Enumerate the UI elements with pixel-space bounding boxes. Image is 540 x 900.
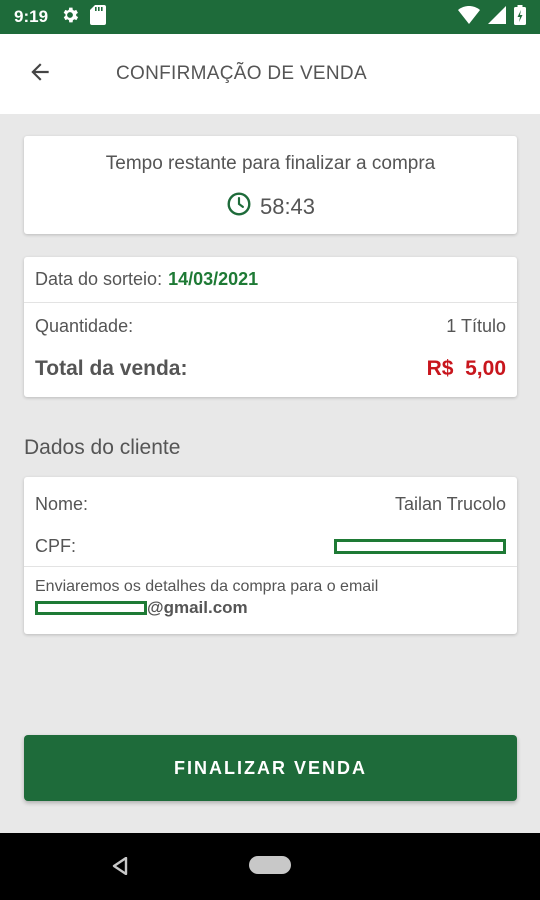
clock-icon — [226, 191, 252, 222]
client-section-title: Dados do cliente — [24, 436, 181, 459]
email-line: @gmail.com — [35, 598, 506, 618]
cpf-redaction — [334, 539, 506, 554]
total-row: Total da venda: R$ 5,00 — [24, 349, 517, 389]
draw-date-label: Data do sorteio: — [35, 269, 163, 289]
home-pill-icon[interactable] — [249, 856, 291, 874]
page-title: CONFIRMAÇÃO DE VENDA — [116, 63, 367, 84]
quantity-label: Quantidade: — [35, 315, 134, 336]
wifi-icon — [458, 5, 480, 29]
client-cpf-row: CPF: — [24, 527, 517, 567]
system-nav-bar — [0, 833, 540, 900]
app-bar: CONFIRMAÇÃO DE VENDA — [0, 34, 540, 114]
timer-value: 58:43 — [259, 193, 316, 219]
email-redaction — [35, 601, 147, 615]
finish-sale-button[interactable]: FINALIZAR VENDA — [24, 735, 517, 801]
back-triangle-icon[interactable] — [112, 856, 128, 880]
total-label: Total da venda: — [35, 357, 188, 380]
timer-card: Tempo restante para finalizar a compra 5… — [24, 136, 517, 234]
client-name-value: Tailan Trucolo — [394, 493, 506, 514]
battery-icon — [514, 4, 526, 30]
status-time: 9:19 — [14, 7, 49, 26]
draw-date-value: 14/03/2021 — [168, 269, 259, 289]
arrow-left-icon — [27, 59, 53, 90]
sale-summary-card: Data do sorteio: 14/03/2021 Quantidade: … — [24, 257, 517, 397]
gear-icon — [60, 5, 80, 30]
client-cpf-label: CPF: — [35, 536, 77, 556]
client-card: Nome: Tailan Trucolo CPF: Enviaremos os … — [24, 477, 517, 634]
quantity-row: Quantidade: 1 Título — [24, 303, 517, 349]
client-name-label: Nome: — [35, 493, 89, 514]
draw-date-row: Data do sorteio: 14/03/2021 — [24, 257, 517, 303]
email-domain: @gmail.com — [147, 598, 248, 617]
total-value: R$ 5,00 — [426, 357, 506, 380]
timer-row: 58:43 — [24, 191, 517, 222]
email-notice: Enviaremos os detalhes da compra para o … — [24, 567, 517, 618]
quantity-value: 1 Título — [446, 315, 506, 336]
signal-icon — [488, 5, 506, 29]
client-name-row: Nome: Tailan Trucolo — [24, 477, 517, 527]
sd-card-icon — [90, 4, 107, 30]
status-bar: 9:19 — [0, 0, 540, 34]
email-note: Enviaremos os detalhes da compra para o … — [35, 578, 379, 595]
timer-label: Tempo restante para finalizar a compra — [105, 153, 436, 174]
back-button[interactable] — [20, 54, 60, 94]
